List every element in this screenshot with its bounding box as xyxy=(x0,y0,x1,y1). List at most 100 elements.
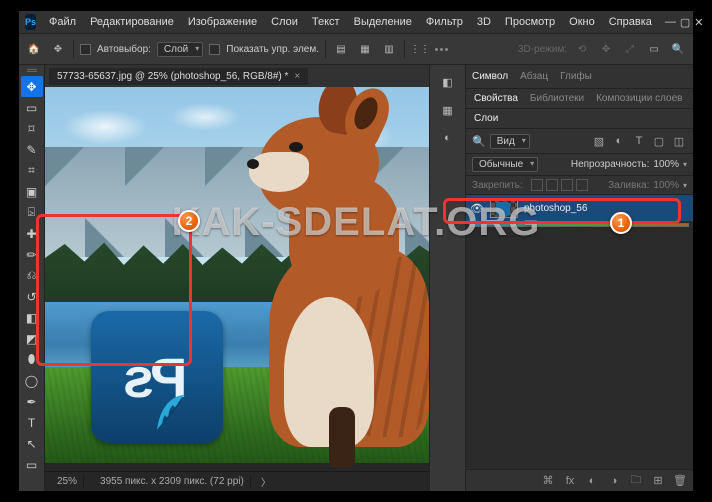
layer-fx-icon[interactable]: fx xyxy=(563,475,577,487)
fox-illustration xyxy=(229,97,429,457)
filter-shape-icon[interactable]: ▢ xyxy=(651,133,667,149)
tab-properties[interactable]: Свойства xyxy=(474,93,518,104)
lasso-tool[interactable]: ⌑ xyxy=(21,118,43,139)
layer-item-background[interactable] xyxy=(470,223,689,227)
window-close-button[interactable]: ✕ xyxy=(694,16,703,29)
workspace-switcher-icon[interactable]: ▭ xyxy=(645,40,663,58)
panel-dock: Символ Абзац Глифы Свойства Библиотеки К… xyxy=(465,65,693,491)
link-layers-icon[interactable]: ⌘ xyxy=(541,474,555,487)
document-tab[interactable]: 57733-65637.jpg @ 25% (photoshop_56, RGB… xyxy=(49,68,308,85)
menu-view[interactable]: Просмотр xyxy=(500,16,560,28)
opacity-value[interactable]: 100% xyxy=(653,159,679,170)
mode-3d-orbit-icon[interactable]: ⟲ xyxy=(573,40,591,58)
blur-tool[interactable]: ⬮ xyxy=(21,349,43,370)
menu-window[interactable]: Окно xyxy=(564,16,600,28)
show-transform-checkbox[interactable] xyxy=(209,44,220,55)
delete-layer-icon[interactable]: 🗑 xyxy=(673,474,687,487)
tab-paragraph[interactable]: Абзац xyxy=(520,71,548,82)
search-icon[interactable]: 🔍 xyxy=(669,40,687,58)
align-center-icon[interactable]: ▦ xyxy=(356,40,374,58)
auto-select-target-select[interactable]: Слой xyxy=(157,42,203,57)
menu-image[interactable]: Изображение xyxy=(183,16,262,28)
lock-artboard-icon[interactable] xyxy=(576,179,588,191)
chevron-down-icon[interactable]: ▾ xyxy=(683,181,687,190)
filter-adjust-icon[interactable]: ◐ xyxy=(611,133,627,149)
layers-panel-tabs: Слои xyxy=(466,109,693,129)
crop-tool[interactable]: ⌗ xyxy=(21,160,43,181)
auto-select-checkbox[interactable] xyxy=(80,44,91,55)
zoom-level[interactable]: 25% xyxy=(51,476,84,487)
eraser-tool[interactable]: ◧ xyxy=(21,307,43,328)
marquee-tool[interactable]: ▭ xyxy=(21,97,43,118)
shape-tool[interactable]: ▭ xyxy=(21,454,43,475)
layer-visibility-icon[interactable]: 👁 xyxy=(470,202,484,215)
dodge-tool[interactable]: ◯ xyxy=(21,370,43,391)
close-icon[interactable]: × xyxy=(294,71,300,82)
history-brush-tool[interactable]: ↺ xyxy=(21,286,43,307)
new-layer-icon[interactable]: ⊞ xyxy=(651,474,665,487)
mode-3d-zoom-icon[interactable]: ⤢ xyxy=(621,40,639,58)
lock-position-icon[interactable] xyxy=(546,179,558,191)
type-tool[interactable]: T xyxy=(21,412,43,433)
tab-glyphs[interactable]: Глифы xyxy=(560,71,592,82)
menu-3d[interactable]: 3D xyxy=(472,16,496,28)
distribute-icon[interactable]: ⋮⋮ xyxy=(411,40,429,58)
layer-filter-kind-select[interactable]: Вид xyxy=(490,134,530,149)
align-right-icon[interactable]: ▥ xyxy=(380,40,398,58)
menu-file[interactable]: Файл xyxy=(44,16,81,28)
layer-thumbnail[interactable] xyxy=(490,198,518,218)
eyedropper-tool[interactable]: ⍄ xyxy=(21,202,43,223)
filter-type-icon[interactable]: T xyxy=(631,133,647,149)
tab-layer-comps[interactable]: Композиции слоев xyxy=(596,93,682,104)
more-align-icon[interactable] xyxy=(435,48,448,51)
clone-stamp-tool[interactable]: ⎌ xyxy=(21,265,43,286)
panel-icon-adjustments[interactable]: ◐ xyxy=(436,127,460,149)
blend-mode-select[interactable]: Обычные xyxy=(472,157,538,172)
new-group-icon[interactable]: 🗀 xyxy=(629,471,643,490)
canvas[interactable]: Ps xyxy=(45,87,429,471)
healing-brush-tool[interactable]: ✚ xyxy=(21,223,43,244)
menu-edit[interactable]: Редактирование xyxy=(85,16,179,28)
status-caret-icon[interactable]: 〉 xyxy=(261,474,271,489)
filter-smart-icon[interactable]: ◫ xyxy=(671,133,687,149)
move-tool[interactable]: ✥ xyxy=(21,76,43,97)
tab-libraries[interactable]: Библиотеки xyxy=(530,93,584,104)
quick-select-tool[interactable]: ✎ xyxy=(21,139,43,160)
layer-item[interactable]: 👁 photoshop_56 xyxy=(466,195,693,221)
mode-3d-pan-icon[interactable]: ✥ xyxy=(597,40,615,58)
fill-value[interactable]: 100% xyxy=(653,180,679,191)
menu-layers[interactable]: Слои xyxy=(266,16,303,28)
tab-layers[interactable]: Слои xyxy=(474,113,498,124)
menu-help[interactable]: Справка xyxy=(604,16,657,28)
toolbox-grip-icon[interactable] xyxy=(27,69,37,73)
layer-name[interactable]: photoshop_56 xyxy=(524,203,587,214)
menu-select[interactable]: Выделение xyxy=(349,16,417,28)
lock-all-icon[interactable] xyxy=(561,179,573,191)
document-info[interactable]: 3955 пикс. x 2309 пикс. (72 ppi) xyxy=(94,476,251,487)
panel-icon-color[interactable]: ◧ xyxy=(436,71,460,93)
brush-tool[interactable]: ✏ xyxy=(21,244,43,265)
layer-mask-icon[interactable]: ◐ xyxy=(585,475,599,487)
filter-pixel-icon[interactable]: ▧ xyxy=(591,133,607,149)
menu-type[interactable]: Текст xyxy=(307,16,345,28)
pen-tool[interactable]: ✒ xyxy=(21,391,43,412)
layer-list: 👁 photoshop_56 xyxy=(466,195,693,469)
frame-tool[interactable]: ▣ xyxy=(21,181,43,202)
tab-character[interactable]: Символ xyxy=(472,71,508,82)
home-icon[interactable]: 🏠 xyxy=(25,40,43,58)
tool-options-bar: 🏠 ✥ Автовыбор: Слой Показать упр. элем. … xyxy=(19,33,693,65)
chevron-down-icon[interactable]: ▾ xyxy=(683,160,687,169)
menu-filter[interactable]: Фильтр xyxy=(421,16,468,28)
path-select-tool[interactable]: ↖ xyxy=(21,433,43,454)
align-left-icon[interactable]: ▤ xyxy=(332,40,350,58)
callout-number-1: 1 xyxy=(610,212,632,234)
lock-pixels-icon[interactable] xyxy=(531,179,543,191)
window-maximize-button[interactable]: ▢ xyxy=(680,16,690,29)
layers-footer: ⌘ fx ◐ ◑ 🗀 ⊞ 🗑 xyxy=(466,469,693,491)
new-adjustment-icon[interactable]: ◑ xyxy=(607,475,621,487)
window-minimize-button[interactable]: — xyxy=(665,16,676,28)
placed-ps-logo-layer[interactable]: Ps xyxy=(91,311,223,443)
gradient-tool[interactable]: ◩ xyxy=(21,328,43,349)
move-tool-preset-icon[interactable]: ✥ xyxy=(49,40,67,58)
panel-icon-swatches[interactable]: ▦ xyxy=(436,99,460,121)
